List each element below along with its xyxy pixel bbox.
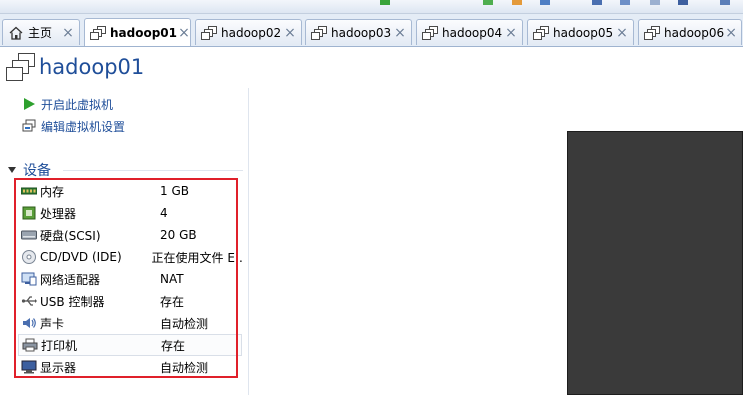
device-value: 4 [160, 206, 168, 220]
close-icon[interactable]: × [177, 25, 191, 41]
vm-screen-thumbnail[interactable] [567, 131, 743, 395]
device-value: 自动检测 [160, 316, 209, 331]
device-value: 自动检测 [160, 360, 209, 375]
device-row-memory[interactable]: 内存 1 GB [18, 180, 242, 202]
close-icon[interactable]: × [393, 25, 407, 41]
device-row-display[interactable]: 显示器 自动检测 [18, 356, 242, 378]
vm-details-panel: 开启此虚拟机 编辑虚拟机设置 设备 内存 1 GB 处理器 4 硬盘(SCSI)… [0, 88, 248, 395]
network-adapter-icon [21, 272, 37, 286]
close-icon[interactable]: × [504, 25, 518, 41]
device-value: NAT [160, 272, 184, 286]
tab-hadoop01[interactable]: hadoop01 × [84, 18, 191, 46]
section-divider [63, 170, 243, 171]
toolbar-view-icon[interactable] [592, 0, 602, 5]
vm-icon [533, 25, 549, 40]
memory-icon [20, 184, 38, 198]
usb-icon [21, 294, 37, 308]
toolbar-revert-icon[interactable] [512, 0, 522, 5]
vm-icon [311, 25, 327, 40]
devices-section-title: 设备 [23, 163, 51, 179]
device-name: USB 控制器 [40, 294, 105, 309]
settings-edit-icon [22, 119, 36, 133]
power-on-label: 开启此虚拟机 [41, 97, 114, 112]
vm-icon [644, 25, 660, 40]
sound-card-icon [21, 316, 37, 330]
toolbar-help-icon[interactable] [720, 0, 730, 5]
device-value: 1 GB [160, 184, 189, 198]
edit-settings-link[interactable]: 编辑虚拟机设置 [22, 117, 125, 135]
close-icon[interactable]: × [283, 25, 297, 41]
device-row-hard-disk[interactable]: 硬盘(SCSI) 20 GB [18, 224, 242, 246]
vm-icon [422, 25, 438, 40]
tab-home[interactable]: 主页 × [2, 19, 80, 45]
close-icon[interactable]: × [61, 25, 75, 41]
tab-label: hadoop04 [442, 25, 503, 40]
toolbar-snapshot-icon[interactable] [483, 0, 493, 5]
display-icon [21, 360, 37, 374]
toolbar-manage-icon[interactable] [540, 0, 550, 5]
toolbar-unity-icon[interactable] [650, 0, 660, 5]
tab-label: hadoop03 [331, 25, 392, 40]
tab-label: hadoop05 [553, 25, 614, 40]
device-row-printer[interactable]: 打印机 存在 [18, 334, 242, 356]
device-name: 硬盘(SCSI) [40, 228, 101, 243]
device-value: 存在 [160, 294, 185, 309]
tab-hadoop05[interactable]: hadoop05 × [527, 19, 634, 45]
close-icon[interactable]: × [724, 25, 738, 41]
close-icon[interactable]: × [615, 25, 629, 41]
printer-icon [22, 338, 38, 352]
device-row-sound-card[interactable]: 声卡 自动检测 [18, 312, 242, 334]
device-name: 声卡 [40, 316, 65, 331]
vm-header: hadoop01 [0, 47, 743, 87]
device-value: 存在 [161, 338, 186, 353]
toolbar-console-icon[interactable] [678, 0, 688, 5]
hard-disk-icon [21, 228, 37, 242]
page-title: hadoop01 [39, 55, 145, 79]
edit-settings-label: 编辑虚拟机设置 [41, 119, 126, 134]
play-icon [22, 97, 36, 111]
device-name: 处理器 [40, 206, 77, 221]
toolbar [0, 0, 743, 14]
device-row-processor[interactable]: 处理器 4 [18, 202, 242, 224]
device-name: CD/DVD (IDE) [40, 250, 122, 264]
tab-strip: 主页 × hadoop01 × hadoop02 × hadoop03 × ha… [0, 14, 743, 47]
vm-icon [201, 25, 217, 40]
tab-label: hadoop06 [664, 25, 725, 40]
vm-preview-panel [249, 88, 743, 395]
device-value: 正在使用文件 E:... [151, 250, 243, 265]
tab-hadoop03[interactable]: hadoop03 × [305, 19, 412, 45]
cd-dvd-icon [21, 250, 37, 264]
vm-icon [90, 25, 106, 40]
home-icon [8, 26, 24, 40]
tab-hadoop06[interactable]: hadoop06 × [638, 19, 742, 45]
cpu-icon [21, 206, 37, 220]
toolbar-play-icon[interactable] [380, 0, 390, 5]
device-name: 网络适配器 [40, 272, 101, 287]
device-value: 20 GB [160, 228, 197, 242]
devices-section-header[interactable]: 设备 [8, 160, 51, 180]
tab-hadoop02[interactable]: hadoop02 × [195, 19, 302, 45]
toolbar-fullscreen-icon[interactable] [620, 0, 630, 5]
tab-label: hadoop02 [221, 25, 282, 40]
device-row-usb[interactable]: USB 控制器 存在 [18, 290, 242, 312]
tab-label: hadoop01 [110, 25, 178, 40]
collapse-triangle-icon[interactable] [8, 167, 16, 173]
vm-large-icon [6, 53, 36, 81]
device-name: 显示器 [40, 360, 77, 375]
device-row-cd-dvd[interactable]: CD/DVD (IDE) 正在使用文件 E:... [18, 246, 242, 268]
device-name: 打印机 [41, 338, 78, 353]
power-on-link[interactable]: 开启此虚拟机 [22, 95, 113, 113]
device-row-network-adapter[interactable]: 网络适配器 NAT [18, 268, 242, 290]
tab-label: 主页 [28, 26, 53, 40]
device-name: 内存 [40, 184, 65, 199]
tab-hadoop04[interactable]: hadoop04 × [416, 19, 523, 45]
